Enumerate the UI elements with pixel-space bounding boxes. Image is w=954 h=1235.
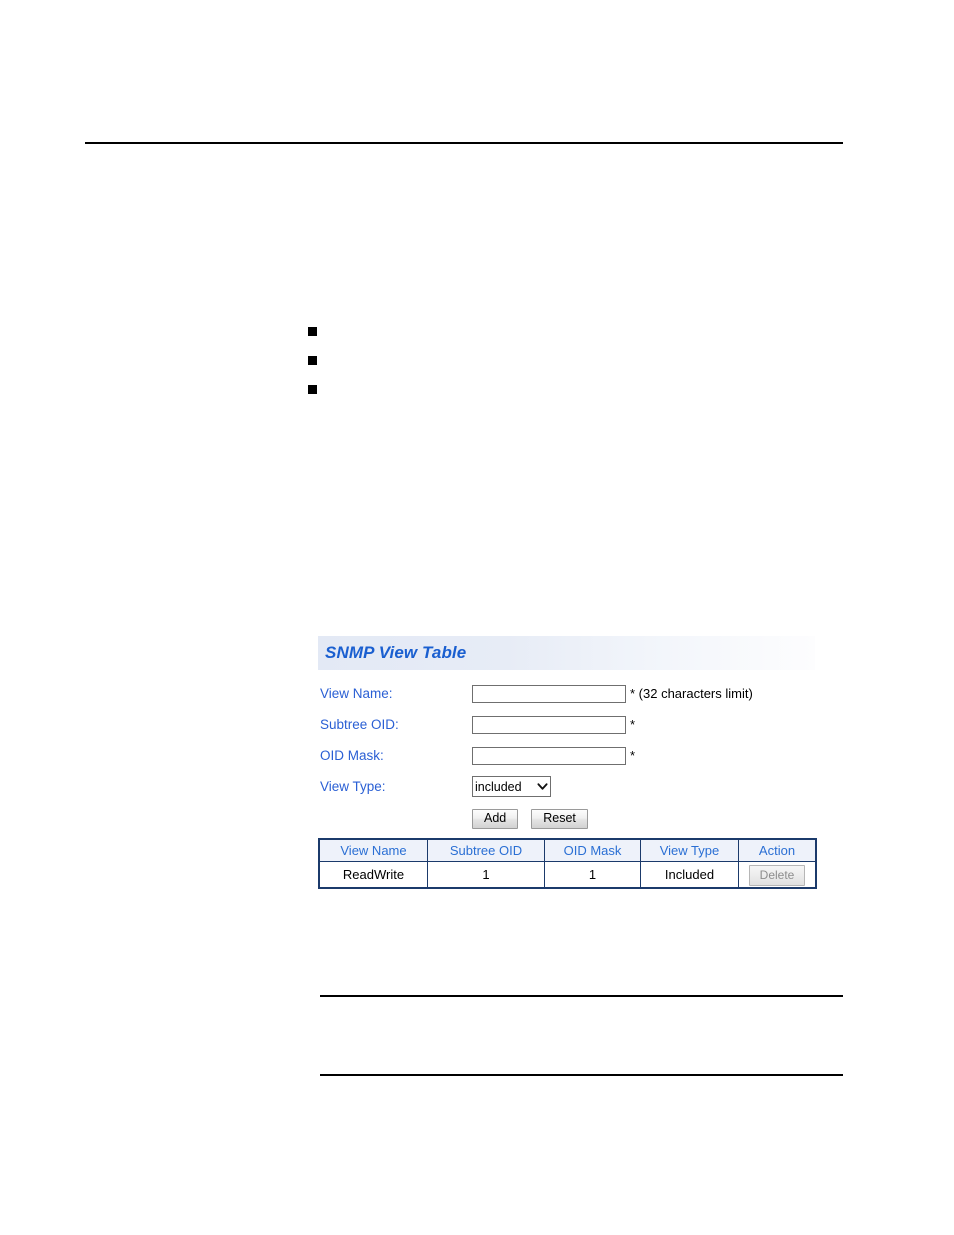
- column-header-subtree-oid: Subtree OID: [427, 838, 545, 862]
- cell-view-name: ReadWrite: [318, 861, 428, 889]
- snmp-view-table-panel: SNMP View Table View Name: * (32 charact…: [318, 636, 817, 889]
- panel-title: SNMP View Table: [325, 643, 467, 662]
- view-name-hint: * (32 characters limit): [630, 686, 753, 701]
- subtree-oid-required-marker: *: [630, 717, 636, 732]
- snmp-view-form: View Name: * (32 characters limit) Subtr…: [318, 670, 815, 836]
- column-header-view-name: View Name: [318, 838, 428, 862]
- view-type-select[interactable]: included: [472, 776, 551, 797]
- form-row-view-type: View Type: included: [320, 771, 815, 802]
- oid-mask-required-marker: *: [630, 748, 636, 763]
- reset-button[interactable]: Reset: [531, 808, 588, 830]
- oid-mask-label: OID Mask:: [320, 748, 384, 763]
- cell-oid-mask: 1: [544, 861, 641, 889]
- view-type-label: View Type:: [320, 779, 386, 794]
- cell-view-type: Included: [640, 861, 739, 889]
- bullet-item: [308, 376, 788, 405]
- panel-header: SNMP View Table: [318, 636, 815, 670]
- bullet-item: [308, 347, 788, 376]
- form-button-row: Add Reset: [320, 802, 815, 836]
- chevron-down-icon: [537, 783, 548, 790]
- oid-mask-input[interactable]: [472, 746, 626, 765]
- bottom-horizontal-rule: [320, 1074, 843, 1076]
- bullet-item: [308, 318, 788, 347]
- table-header-row: View Name Subtree OID OID Mask View Type…: [318, 838, 817, 862]
- form-row-oid-mask: OID Mask: *: [320, 740, 815, 771]
- cell-subtree-oid: 1: [427, 861, 545, 889]
- top-horizontal-rule: [85, 142, 843, 144]
- view-name-input[interactable]: [472, 684, 626, 703]
- subtree-oid-input[interactable]: [472, 715, 626, 734]
- column-header-view-type: View Type: [640, 838, 739, 862]
- cell-action: Delete: [738, 861, 817, 889]
- form-row-subtree-oid: Subtree OID: *: [320, 709, 815, 740]
- subtree-oid-label: Subtree OID:: [320, 717, 399, 732]
- column-header-action: Action: [738, 838, 817, 862]
- add-button[interactable]: Add: [472, 808, 519, 830]
- snmp-view-data-table: View Name Subtree OID OID Mask View Type…: [318, 838, 817, 889]
- middle-horizontal-rule: [320, 995, 843, 997]
- column-header-oid-mask: OID Mask: [544, 838, 641, 862]
- delete-button[interactable]: Delete: [748, 864, 806, 886]
- view-type-selected-value: included: [475, 779, 522, 794]
- table-row: ReadWrite 1 1 Included Delete: [318, 861, 817, 889]
- form-row-view-name: View Name: * (32 characters limit): [320, 678, 815, 709]
- view-name-label: View Name:: [320, 686, 393, 701]
- bullet-list: [308, 318, 788, 405]
